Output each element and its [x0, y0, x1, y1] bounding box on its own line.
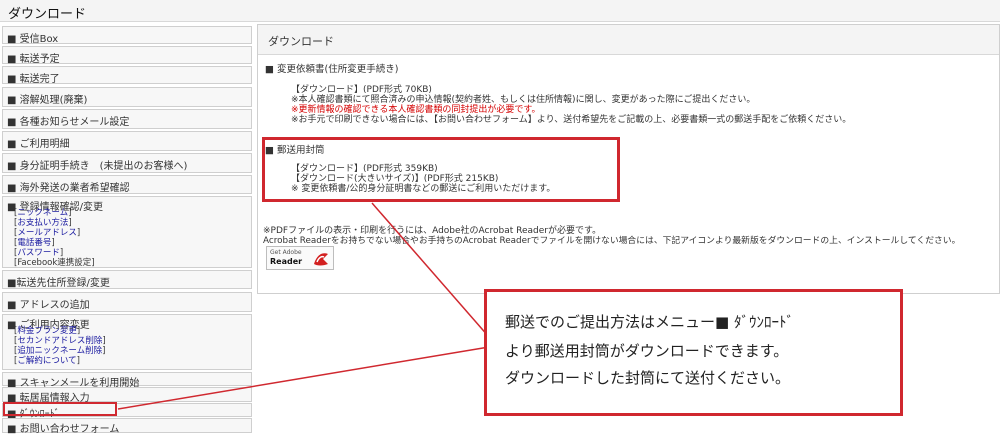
submenu-payment-method[interactable]: [お支払い方法] — [14, 218, 95, 228]
sidebar-item-dissolve[interactable]: ■ 溶解処理(廃棄) — [2, 87, 252, 107]
sidebar-item-usage-details[interactable]: ■ ご利用明細 — [2, 131, 252, 151]
sidebar-item-add-address[interactable]: ■ アドレスの追加 — [2, 292, 252, 312]
sidebar-item-moving-notice[interactable]: ■ 転居届情報入力 — [2, 387, 252, 404]
submenu-phone-number[interactable]: [電話番号] — [14, 238, 95, 248]
main-title: ダウンロード — [268, 35, 334, 48]
submenu-facebook-link[interactable]: [Facebook連携設定] — [14, 258, 95, 268]
submenu-cancellation[interactable]: [ご解約について] — [14, 356, 106, 366]
sidebar-item-scan-mail[interactable]: ■ スキャンメールを利用開始 — [2, 372, 252, 389]
sidebar-item-label: ■転送先住所登録/変更 — [7, 278, 110, 289]
sidebar-item-label: ■ 転送予定 — [7, 54, 60, 65]
sidebar-item-label: ■ 海外発送の業者希望確認 — [7, 183, 130, 194]
sidebar-item-label: ■ 各種お知らせメール設定 — [7, 117, 130, 128]
sidebar-menu: ■ 受信Box ■ 転送予定 ■ 転送完了 ■ 溶解処理(廃棄) ■ 各種お知ら… — [0, 24, 253, 438]
submenu-email-address[interactable]: [メールアドレス] — [14, 228, 95, 238]
sidebar-item-label: ■ お問い合わせフォーム — [7, 424, 120, 435]
callout-line-1: 郵送でのご提出方法はメニュー■ ﾀﾞｳﾝﾛｰﾄﾞ — [505, 313, 794, 331]
adobe-reader-icon — [314, 253, 328, 266]
section-change-request-heading: ■ 変更依頼書(住所変更手続き) — [265, 64, 399, 75]
sidebar-item-label: ■ ご利用明細 — [7, 139, 70, 150]
sidebar-item-label: ■ 転送完了 — [7, 74, 60, 85]
submenu-nickname-delete[interactable]: [追加ニックネーム削除] — [14, 346, 106, 356]
callout-line-2: より郵送用封筒がダウンロードできます。 — [505, 342, 789, 360]
sidebar-item-notification-settings[interactable]: ■ 各種お知らせメール設定 — [2, 109, 252, 129]
sidebar-item-inbox[interactable]: ■ 受信Box — [2, 26, 252, 45]
sidebar-item-scheduled[interactable]: ■ 転送予定 — [2, 46, 252, 65]
submenu-plan-change[interactable]: [料金プラン変更] — [14, 326, 106, 336]
sidebar-item-completed[interactable]: ■ 転送完了 — [2, 66, 252, 85]
sidebar-item-label: ■ 受信Box — [7, 34, 59, 45]
download-menu-highlight-box — [3, 402, 117, 416]
envelope-highlight-box — [262, 137, 620, 202]
submenu-password[interactable]: [パスワード] — [14, 248, 95, 258]
sidebar-item-overseas-shipping[interactable]: ■ 海外発送の業者希望確認 — [2, 175, 252, 194]
pdf-install-note: Acrobat Readerをお持ちでない場合やお手持ちのAcrobat Rea… — [263, 236, 961, 246]
change-request-mail-note: ※お手元で印刷できない場合には、【お問い合わせフォーム】より、送付希望先をご記載… — [291, 115, 852, 125]
title-bar: ダウンロード — [0, 0, 1000, 22]
get-adobe-reader-button[interactable]: Get Adobe Reader — [266, 246, 334, 270]
submenu-second-address-delete[interactable]: [セカンドアドレス削除] — [14, 336, 106, 346]
page-title: ダウンロード — [8, 7, 87, 22]
sidebar-item-forwarding-address[interactable]: ■転送先住所登録/変更 — [2, 270, 252, 289]
sidebar-item-label: ■ 身分証明手続き (未提出のお客様へ) — [7, 161, 188, 172]
callout-line-3: ダウンロードした封筒にて送付ください。 — [505, 369, 791, 387]
sidebar-item-contact-form[interactable]: ■ お問い合わせフォーム — [2, 418, 252, 435]
sidebar-item-label: ■ アドレスの追加 — [7, 300, 90, 311]
sidebar-item-id-verification[interactable]: ■ 身分証明手続き (未提出のお客様へ) — [2, 153, 252, 173]
registration-submenu: [ニックネーム] [お支払い方法] [メールアドレス] [電話番号] [パスワー… — [14, 208, 95, 268]
instruction-callout: 郵送でのご提出方法はメニュー■ ﾀﾞｳﾝﾛｰﾄﾞ より郵送用封筒がダウンロードで… — [484, 289, 903, 416]
main-header: ダウンロード — [258, 25, 999, 55]
sidebar-item-label: ■ 溶解処理(廃棄) — [7, 95, 88, 106]
submenu-nickname[interactable]: [ニックネーム] — [14, 208, 95, 218]
usage-submenu: [料金プラン変更] [セカンドアドレス削除] [追加ニックネーム削除] [ご解約… — [14, 326, 106, 366]
